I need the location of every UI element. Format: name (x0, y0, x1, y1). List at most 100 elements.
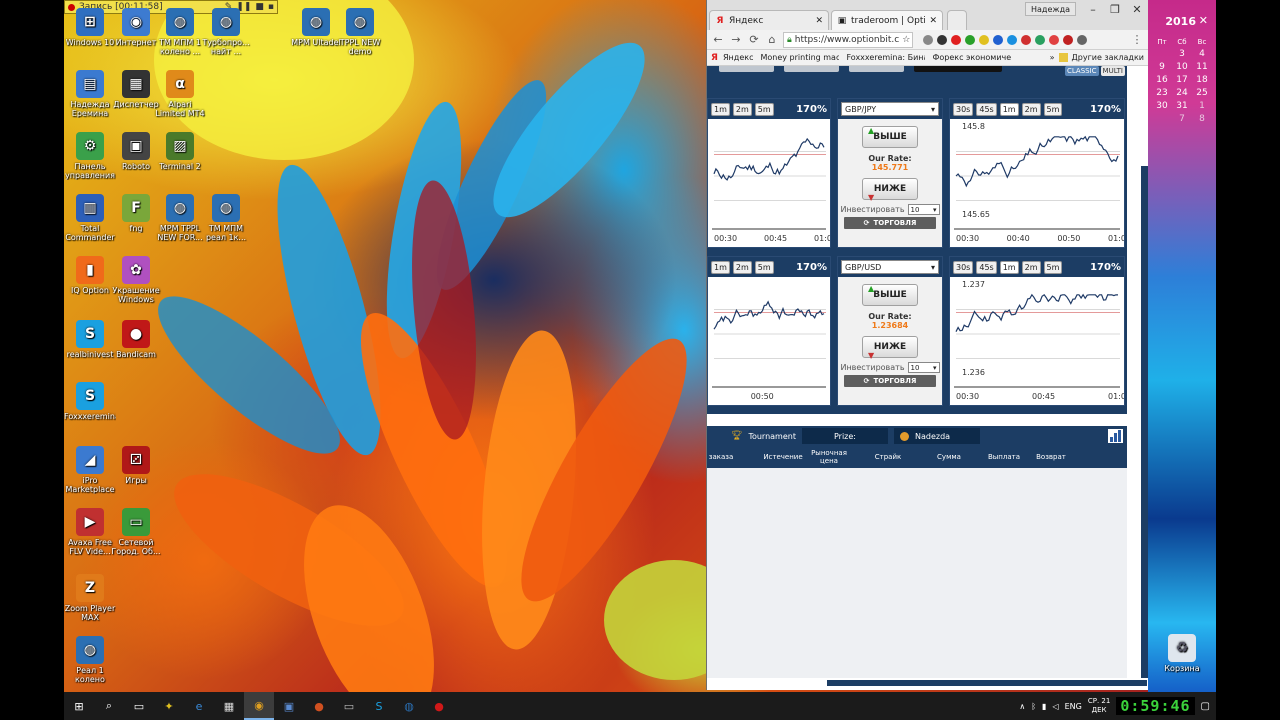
column-header[interactable]: Возврат (1029, 453, 1073, 461)
profile-button[interactable]: Надежда (1025, 2, 1077, 16)
back-button[interactable]: ← (711, 33, 725, 46)
maximize-button[interactable]: ❐ (1104, 0, 1126, 18)
taskbar-chrome-icon[interactable]: ◉ (244, 692, 274, 720)
extension-icon[interactable] (993, 34, 1003, 45)
desktop-icon[interactable]: ▨ Terminal 2 (156, 132, 204, 171)
taskbar-skype-icon[interactable]: S (364, 692, 394, 720)
taskbar-bandicam-icon[interactable]: ● (424, 692, 454, 720)
column-header[interactable]: Рыночная цена (807, 449, 851, 465)
taskbar-app-orange-icon[interactable]: ● (304, 692, 334, 720)
desktop-icon[interactable]: ● Bandicam (112, 320, 160, 359)
desktop-icon[interactable]: ▥ Total Commander (65, 194, 115, 242)
mode-classic[interactable]: CLASSIC (1064, 66, 1099, 76)
taskbar-search-icon[interactable]: ⌕ (94, 692, 124, 720)
timeframe-button[interactable]: 5m (1043, 102, 1063, 116)
trade-button[interactable]: ⟳ ТОРГОВЛЯ (844, 217, 936, 229)
desktop-icon[interactable]: ▦ Диспетчер (112, 70, 160, 109)
timeframe-button[interactable]: 1m (711, 260, 730, 274)
timeframe-button[interactable]: 1m (999, 260, 1019, 274)
put-button[interactable]: ▼ НИЖЕ (862, 178, 918, 202)
timeframe-button[interactable]: 5m (754, 102, 774, 116)
date-display[interactable]: СР. 21 ДЕК (1088, 697, 1110, 715)
bookmarks-more-button[interactable]: » (1050, 53, 1055, 62)
desktop-icon[interactable]: ◍ Турбопро... найт ... (202, 8, 250, 56)
desktop-icon[interactable]: Z Zoom Player MAX (65, 574, 115, 622)
extension-icon[interactable] (965, 34, 975, 45)
desktop-icon[interactable]: ◍ ТРРL NEW demo (336, 8, 384, 56)
bookmark-forex[interactable]: Форекс экономичес (929, 53, 1011, 62)
extension-icon[interactable] (923, 34, 933, 45)
timeframe-button[interactable]: 5m (754, 260, 774, 274)
desktop-icon[interactable]: ◍ ТМ МПМ 1 колено ... (156, 8, 204, 56)
trade-button[interactable]: ⟳ ТОРГОВЛЯ (844, 375, 936, 387)
notification-icon[interactable]: ▢ (1201, 701, 1210, 712)
extension-icon[interactable] (1021, 34, 1031, 45)
leaderboard-icon[interactable] (1108, 429, 1123, 443)
desktop-icon[interactable]: ▤ Надежда Еремина (66, 70, 114, 118)
asset-select[interactable]: GBP/JPY ▾ (841, 102, 939, 116)
minimize-button[interactable]: – (1082, 0, 1104, 18)
forward-button[interactable]: → (729, 33, 743, 46)
tournament-label[interactable]: Tournament (748, 432, 796, 441)
put-button[interactable]: ▼ НИЖЕ (862, 336, 918, 360)
column-header[interactable]: Страйк (857, 453, 919, 461)
desktop-icon[interactable]: S Foxxxeremina (64, 382, 116, 421)
desktop-icon[interactable]: ◍ ТМ МПМ реал 1к... (202, 194, 250, 242)
horizontal-scrollbar[interactable] (827, 680, 1147, 686)
bookmark-foxxxeremina[interactable]: Foxxxeremina: Бинар (843, 53, 925, 62)
timeframe-button[interactable]: 2m (1021, 102, 1041, 116)
network-icon[interactable]: ▮ (1042, 702, 1046, 711)
invest-select[interactable]: 10 ▾ (907, 204, 940, 215)
tray-expand-button[interactable]: ∧ (1019, 702, 1025, 711)
desktop-icon[interactable]: ◍ МРМ Ultadel (291, 8, 341, 47)
invest-select[interactable]: 10 ▾ (907, 362, 940, 373)
desktop-icon[interactable]: ▭ Сетевой Город. Об... (111, 508, 161, 556)
timeframe-button[interactable]: 5m (1043, 260, 1063, 274)
timeframe-button[interactable]: 30s (953, 260, 974, 274)
desktop-icon[interactable]: ✿ Украшение Windows (112, 256, 160, 304)
timeframe-button[interactable]: 45s (976, 260, 997, 274)
close-button[interactable]: ✕ (1126, 0, 1148, 18)
close-icon[interactable]: ✕ (815, 16, 823, 26)
column-header[interactable]: Истечение (751, 453, 815, 461)
bookmark-yandex[interactable]: Я Яндекс (711, 53, 753, 62)
language-indicator[interactable]: ENG (1065, 702, 1082, 711)
timeframe-button[interactable]: 2m (1021, 260, 1041, 274)
taskbar-task-view-icon[interactable]: ▭ (124, 692, 154, 720)
extension-icon[interactable] (1007, 34, 1017, 45)
extension-icon[interactable] (1077, 34, 1087, 45)
asset-select[interactable]: GBP/USD ▾ (841, 260, 939, 274)
desktop-icon[interactable]: ▮ IQ Option (66, 256, 114, 295)
mode-multi[interactable]: MULTI (1100, 66, 1125, 76)
taskbar-calculator-icon[interactable]: ▦ (214, 692, 244, 720)
timeframe-button[interactable]: 1m (711, 102, 730, 116)
extension-icon[interactable] (979, 34, 989, 45)
close-icon[interactable]: ✕ (929, 16, 937, 26)
column-header[interactable]: заказа (707, 453, 735, 461)
download-icon[interactable] (937, 34, 947, 45)
timeframe-button[interactable]: 45s (976, 102, 997, 116)
taskbar-mt4-icon[interactable]: ◍ (394, 692, 424, 720)
column-header[interactable]: Сумма (917, 453, 981, 461)
extension-icon[interactable] (951, 34, 961, 45)
desktop-icon[interactable]: ◍ Реал 1 колено (66, 636, 114, 684)
timeframe-button[interactable]: 2m (732, 102, 752, 116)
call-button[interactable]: ▲ ВЫШЕ (862, 284, 918, 306)
close-icon[interactable]: ✕ (1199, 14, 1208, 27)
taskbar-save-icon[interactable]: ▣ (274, 692, 304, 720)
reload-button[interactable]: ⟳ (747, 33, 761, 46)
taskbar-edge-icon[interactable]: e (184, 692, 214, 720)
extension-icon[interactable] (1063, 34, 1073, 45)
home-button[interactable]: ⌂ (765, 33, 779, 46)
other-bookmarks[interactable]: Другие закладки (1072, 53, 1145, 62)
desktop-icon[interactable]: Srealbinivest (66, 320, 114, 359)
minimize-icon[interactable]: ▪ (268, 2, 274, 12)
timeframe-button[interactable]: 2m (732, 260, 752, 274)
vertical-scrollbar[interactable] (1141, 166, 1148, 678)
bookmark-star-icon[interactable]: ☆ (902, 35, 910, 45)
new-tab-button[interactable] (947, 10, 967, 30)
menu-icon[interactable]: ⋮ (1130, 33, 1144, 46)
desktop-icon[interactable]: ◉ Интернет (112, 8, 160, 47)
taskbar-app-forex-icon[interactable]: ✦ (154, 692, 184, 720)
taskbar-start-icon[interactable]: ⊞ (64, 692, 94, 720)
